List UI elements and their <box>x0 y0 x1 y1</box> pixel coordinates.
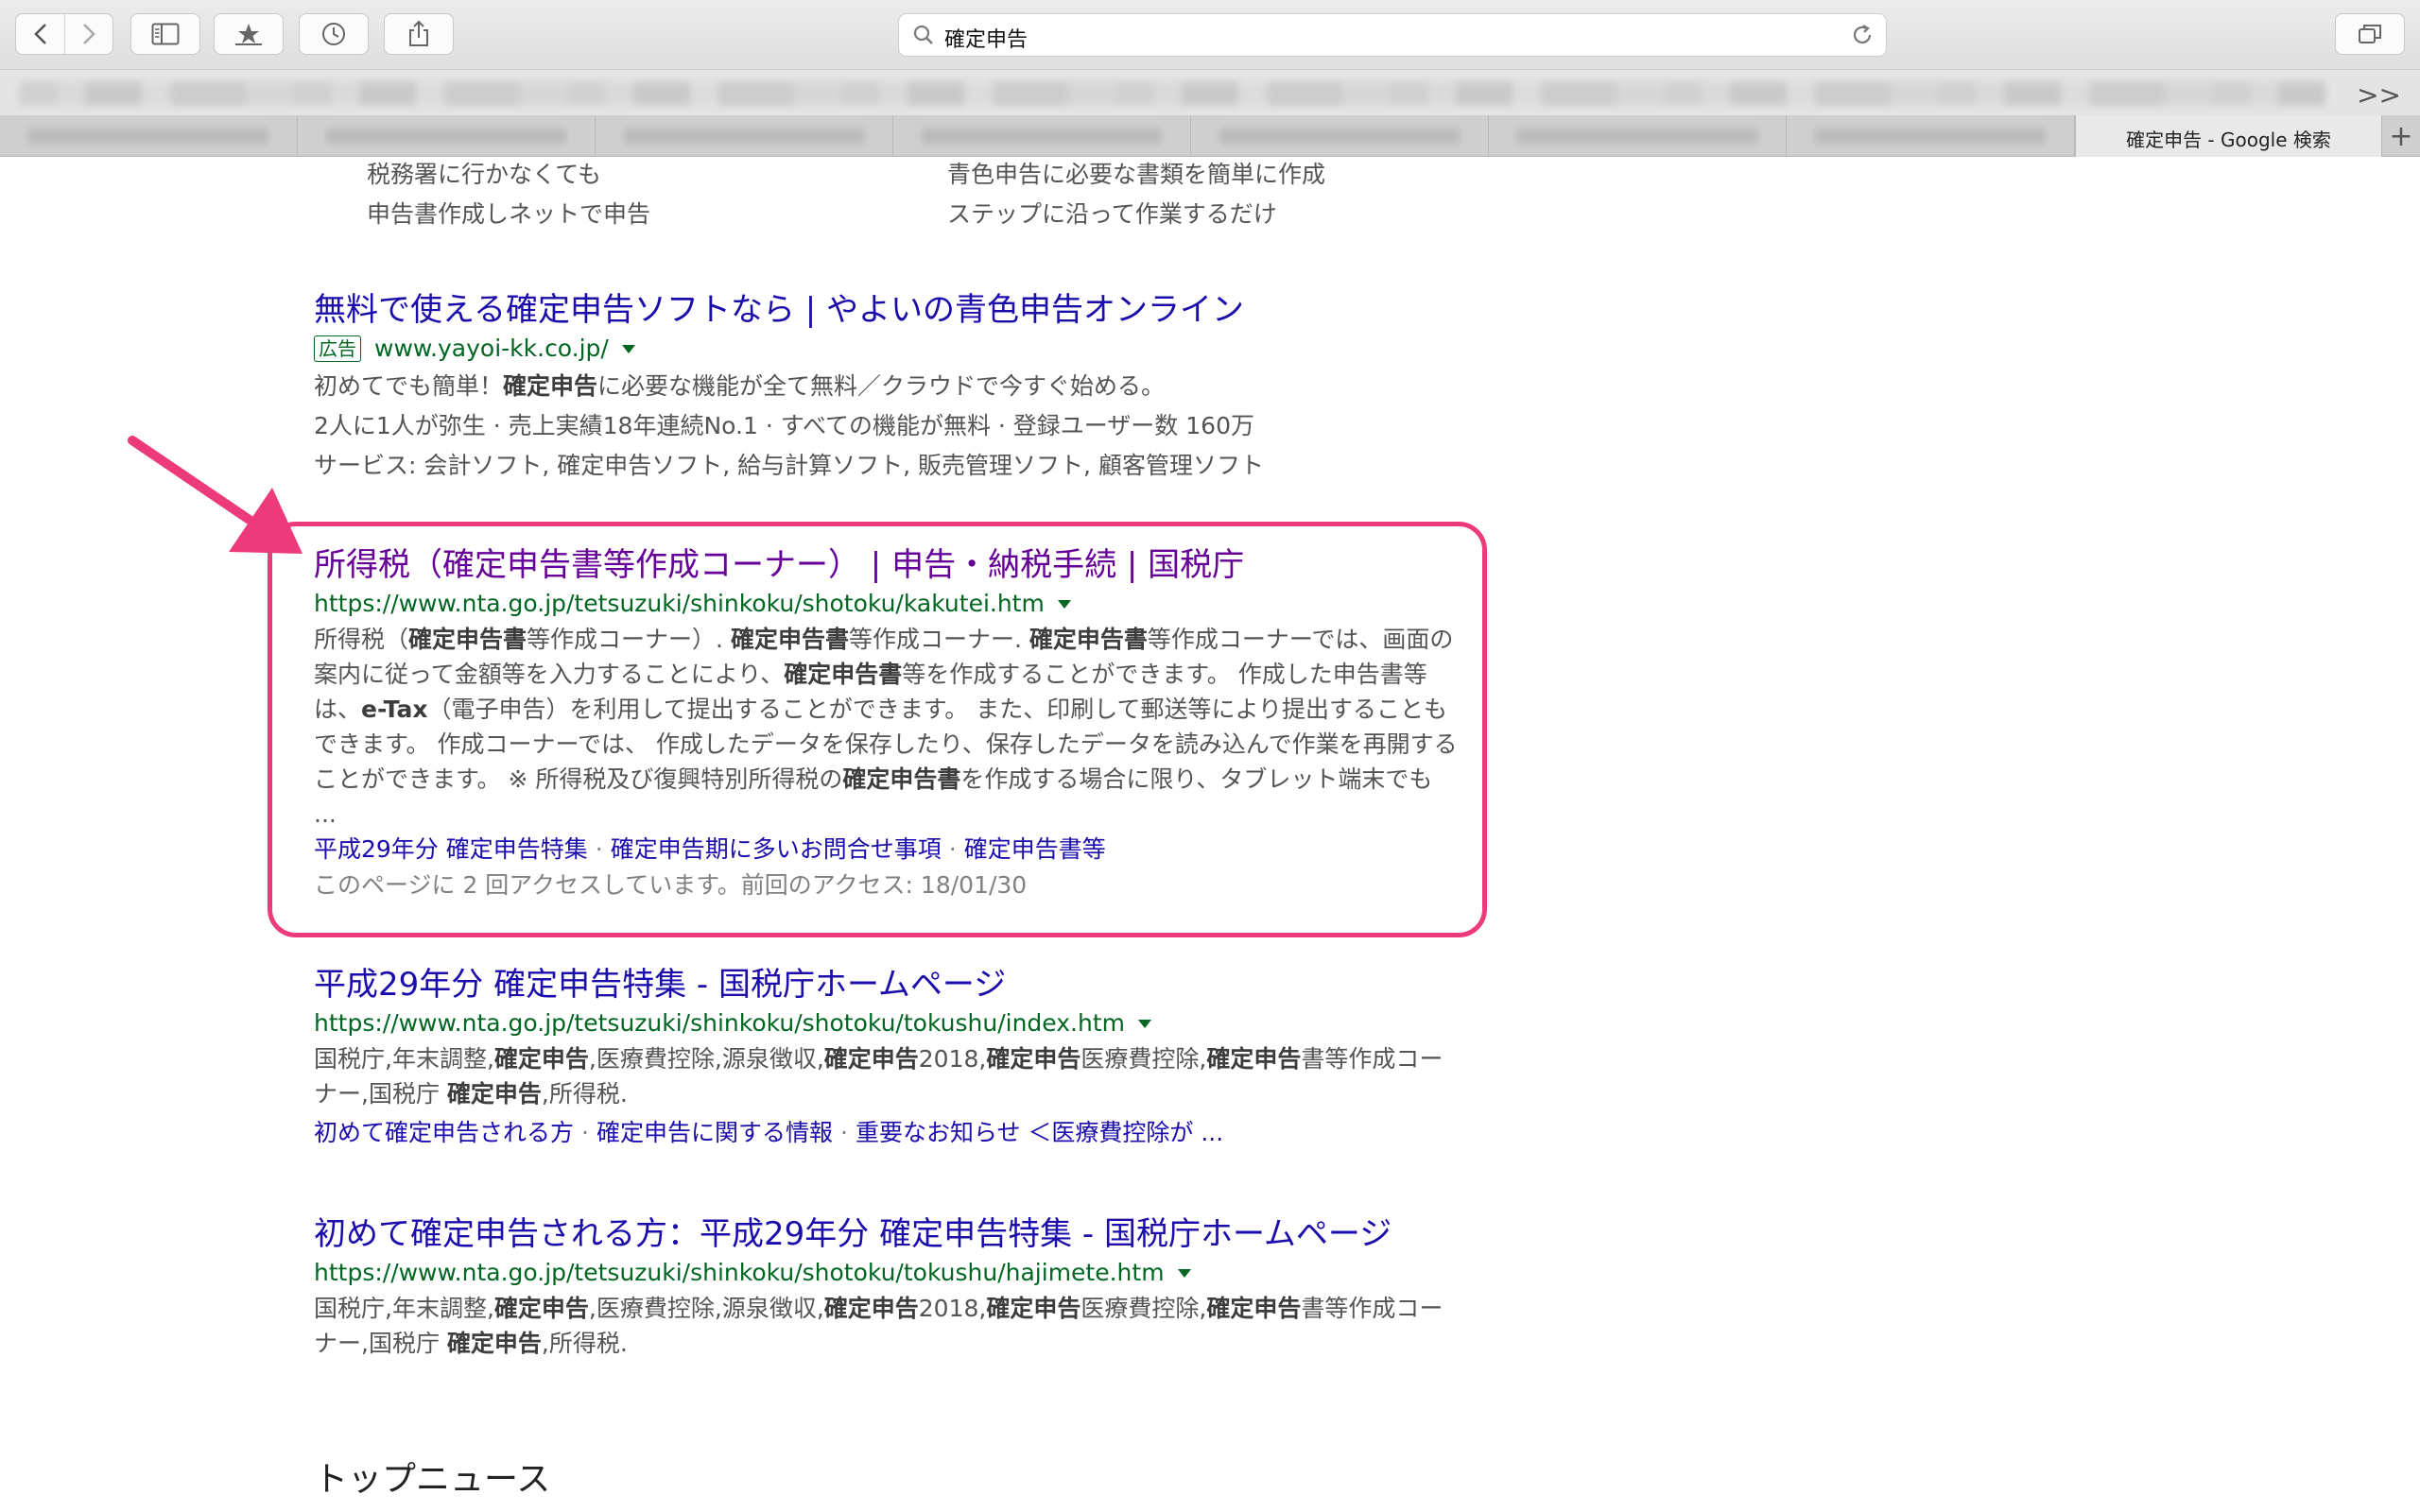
sitelink[interactable]: 確定申告期に多いお問合せ事項 <box>611 835 942 863</box>
search-icon <box>913 25 933 44</box>
result-title-link[interactable]: 平成29年分 確定申告特集 - 国税庁ホームページ <box>314 964 1458 1005</box>
result-url: https://www.nta.go.jp/tetsuzuki/shinkoku… <box>314 1005 1458 1041</box>
nav-button-group <box>15 13 113 55</box>
result-snippet: 国税庁,年末調整,確定申告,医療費控除,源泉徴収,確定申告2018,確定申告医療… <box>314 1045 1443 1108</box>
result-url-text[interactable]: https://www.nta.go.jp/tetsuzuki/shinkoku… <box>314 586 1045 622</box>
result-url-text[interactable]: www.yayoi-kk.co.jp/ <box>374 331 609 367</box>
sitelink[interactable]: 平成29年分 確定申告特集 <box>314 835 588 863</box>
sitelink-desc-line: 青色申告に必要な書類を簡単に作成 <box>947 161 1326 188</box>
sitelink-desc-line: 税務署に行かなくても <box>367 161 602 188</box>
result-title-link[interactable]: 初めて確定申告される方：平成29年分 確定申告特集 - 国税庁ホームページ <box>314 1213 1458 1255</box>
tab-blurred[interactable] <box>0 115 298 157</box>
organic-result: 初めて確定申告される方：平成29年分 確定申告特集 - 国税庁ホームページ ht… <box>314 1213 1458 1361</box>
section-heading: トップニュース <box>314 1460 551 1499</box>
bookmarks-overflow-button[interactable]: >> <box>2357 79 2401 111</box>
tab-blurred[interactable] <box>1489 115 1787 157</box>
ad-result: 無料で使える確定申告ソフトなら | やよいの青色申告オンライン 広告 www.y… <box>314 289 1458 486</box>
ad-line: 2人に1人が弥生 · 売上実績18年連続No.1 · すべての機能が無料 · 登… <box>314 412 1254 439</box>
sitelink[interactable]: 重要なお知らせ ＜医療費控除が ... <box>856 1119 1223 1146</box>
bookmarks-bar: >> <box>0 70 2420 115</box>
tab-blurred[interactable] <box>1191 115 1489 157</box>
tab-active-label: 確定申告 - Google 検索 <box>2126 129 2331 151</box>
caret-down-icon[interactable] <box>1177 1268 1191 1278</box>
result-sitelinks: 初めて確定申告される方 · 確定申告に関する情報 · 重要なお知らせ ＜医療費控除が .… <box>314 1119 1224 1146</box>
tab-blurred[interactable] <box>298 115 596 157</box>
share-button[interactable] <box>384 13 454 55</box>
tab-active[interactable]: 確定申告 - Google 検索 <box>2075 115 2382 157</box>
caret-down-icon[interactable] <box>1057 599 1071 609</box>
result-snippet: 国税庁,年末調整,確定申告,医療費控除,源泉徴収,確定申告2018,確定申告医療… <box>314 1295 1443 1357</box>
caret-down-icon[interactable] <box>1137 1019 1151 1028</box>
caret-down-icon[interactable] <box>621 344 635 353</box>
sitelink[interactable]: 確定申告書等 <box>964 835 1106 863</box>
tab-bar: 確定申告 - Google 検索 + <box>0 115 2420 157</box>
address-text: 確定申告 <box>944 28 1028 52</box>
organic-result: 所得税（確定申告書等作成コーナー） | 申告・納税手続 | 国税庁 https:… <box>314 544 1458 903</box>
result-title-link[interactable]: 所得税（確定申告書等作成コーナー） | 申告・納税手続 | 国税庁 <box>314 544 1458 586</box>
sitelink[interactable]: 初めて確定申告される方 <box>314 1119 574 1146</box>
share-icon <box>409 20 428 46</box>
result-snippet: 所得税（確定申告書等作成コーナー）. 確定申告書等作成コーナー. 確定申告書等作… <box>314 626 1458 828</box>
sitelink-desc-left: 税務署に行かなくても 申告書作成しネットで申告 <box>367 155 650 234</box>
tab-overview-button[interactable] <box>2335 13 2405 55</box>
result-url: https://www.nta.go.jp/tetsuzuki/shinkoku… <box>314 586 1458 622</box>
ad-line: 所得税（初めてでも簡単！確定申告に必要な機能が全て無料／クラウドで今すぐ始める。 <box>314 367 1458 406</box>
back-button[interactable] <box>16 14 64 54</box>
reload-icon[interactable] <box>1850 23 1875 47</box>
bookmarks-button[interactable] <box>214 13 284 55</box>
result-url-text[interactable]: https://www.nta.go.jp/tetsuzuki/shinkoku… <box>314 1005 1125 1041</box>
pointer-arrow-icon <box>128 436 302 554</box>
sitelink[interactable]: 確定申告に関する情報 <box>596 1119 833 1146</box>
ad-badge: 広告 <box>314 335 361 362</box>
ad-line: サービス: 会計ソフト, 確定申告ソフト, 給与計算ソフト, 販売管理ソフト, … <box>314 452 1264 479</box>
sitelink-desc-line: 申告書作成しネットで申告 <box>367 200 651 228</box>
browser-toolbar: 確定申告 <box>0 0 2420 70</box>
new-tab-button[interactable]: + <box>2382 115 2420 157</box>
result-url: https://www.nta.go.jp/tetsuzuki/shinkoku… <box>314 1255 1458 1291</box>
address-bar[interactable]: 確定申告 <box>898 13 1887 57</box>
blurred-bookmarks <box>19 81 2325 106</box>
result-url: 広告 www.yayoi-kk.co.jp/ <box>314 331 1458 367</box>
chevron-right-icon <box>83 24 95 44</box>
organic-result: 平成29年分 確定申告特集 - 国税庁ホームページ https://www.nt… <box>314 964 1458 1151</box>
sitelink-desc-line: ステップに沿って作業するだけ <box>947 200 1277 228</box>
star-bookmark-icon <box>235 24 262 45</box>
sitelink-desc-right: 青色申告に必要な書類を簡単に作成 ステップに沿って作業するだけ <box>947 155 1325 234</box>
chevron-left-icon <box>33 24 46 44</box>
sidebar-button[interactable] <box>130 13 200 55</box>
ad-line-text: に必要な機能が全て無料／クラウドで今すぐ始める。 <box>597 372 1166 400</box>
tab-blurred[interactable] <box>893 115 1191 157</box>
history-button[interactable] <box>299 13 369 55</box>
tab-blurred[interactable] <box>1787 115 2075 157</box>
tabs-overview-icon <box>2359 25 2381 43</box>
sidebar-icon <box>151 23 180 45</box>
result-title-link[interactable]: 無料で使える確定申告ソフトなら | やよいの青色申告オンライン <box>314 289 1458 331</box>
search-results-page: 税務署に行かなくても 申告書作成しネットで申告 青色申告に必要な書類を簡単に作成… <box>0 157 2420 1512</box>
clock-icon <box>322 23 345 45</box>
tab-blurred[interactable] <box>596 115 893 157</box>
visit-history-note: このページに 2 回アクセスしています。前回のアクセス: 18/01/30 <box>314 871 1028 899</box>
ad-line-text: 初めてでも簡単！ <box>314 372 504 400</box>
forward-button[interactable] <box>64 14 112 54</box>
result-sitelinks: 平成29年分 確定申告特集 · 確定申告期に多いお問合せ事項 · 確定申告書等 <box>314 835 1106 863</box>
result-url-text[interactable]: https://www.nta.go.jp/tetsuzuki/shinkoku… <box>314 1255 1165 1291</box>
ad-line-bold: 確定申告 <box>503 372 598 400</box>
